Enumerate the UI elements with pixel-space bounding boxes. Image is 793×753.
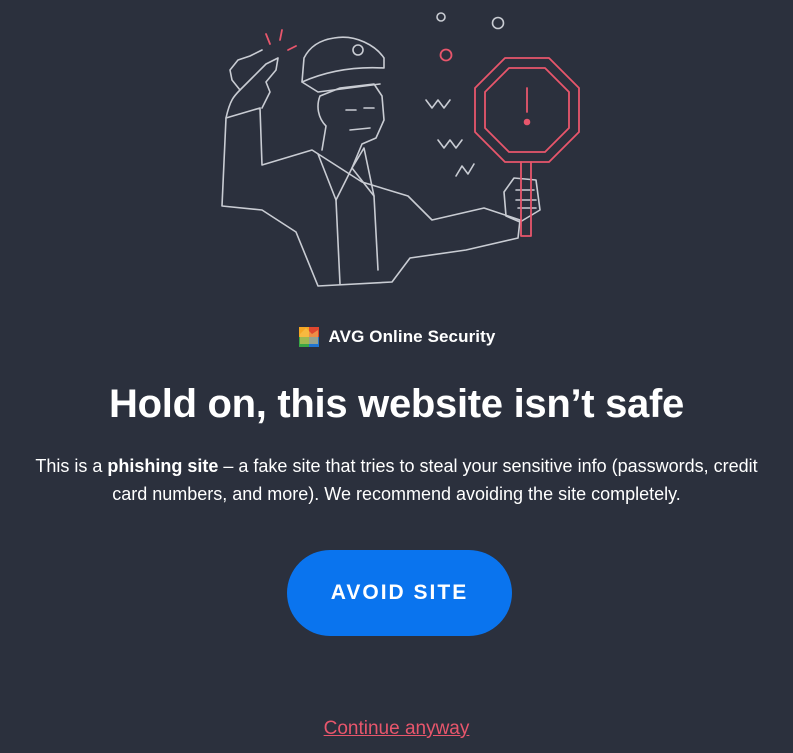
phishing-warning-page: AVG Online Security Hold on, this websit… xyxy=(0,0,793,753)
police-officer-illustration xyxy=(221,12,580,287)
avoid-site-button[interactable]: AVOID SITE xyxy=(287,550,512,636)
brand-header: AVG Online Security xyxy=(0,326,793,348)
page-title: Hold on, this website isn’t safe xyxy=(109,382,684,426)
continue-anyway-link[interactable]: Continue anyway xyxy=(0,718,793,740)
brand-name: AVG Online Security xyxy=(328,327,496,346)
description-prefix: This is a xyxy=(35,456,108,476)
description-emphasis: phishing site xyxy=(107,456,219,476)
warning-description: This is a phishing site – a fake site th… xyxy=(20,452,773,508)
avg-logo-icon xyxy=(298,327,319,347)
